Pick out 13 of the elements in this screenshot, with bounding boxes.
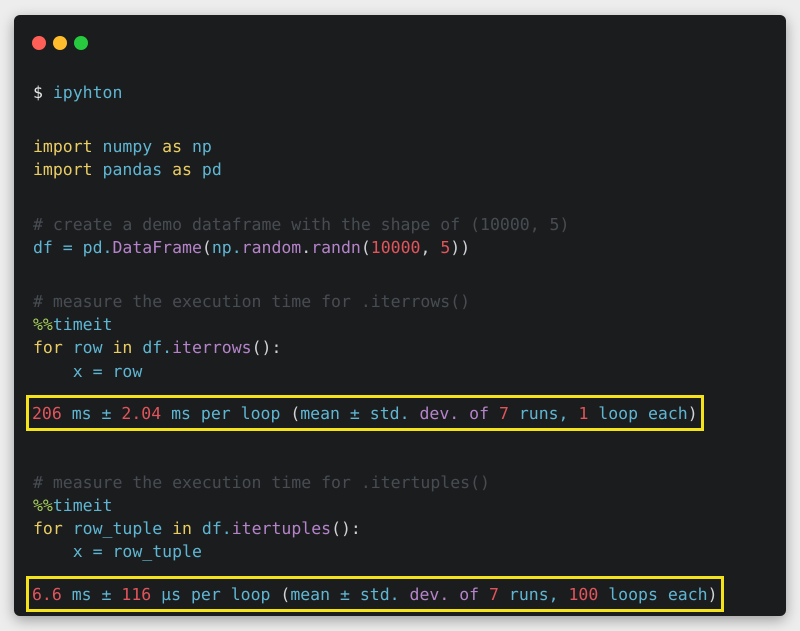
code-line: $ ipyhton [33, 82, 122, 104]
code-line: x = row_tuple [72, 541, 202, 564]
window-button[interactable] [32, 36, 46, 50]
code-line: import pandas as pd [33, 159, 222, 182]
window-button[interactable] [74, 36, 88, 50]
window-button[interactable] [53, 36, 67, 50]
code-line: for row in df.iterrows(): [33, 337, 282, 360]
code-line: for row_tuple in df.itertuples(): [33, 518, 361, 540]
code-line: %%timeit [33, 314, 112, 336]
code-line: df = pd.DataFrame(np.random.randn(10000, 5)) [33, 236, 470, 259]
code-line: %%timeit [33, 495, 112, 518]
code-line: import numpy as np [33, 136, 212, 158]
code-line: x = row [72, 360, 142, 383]
